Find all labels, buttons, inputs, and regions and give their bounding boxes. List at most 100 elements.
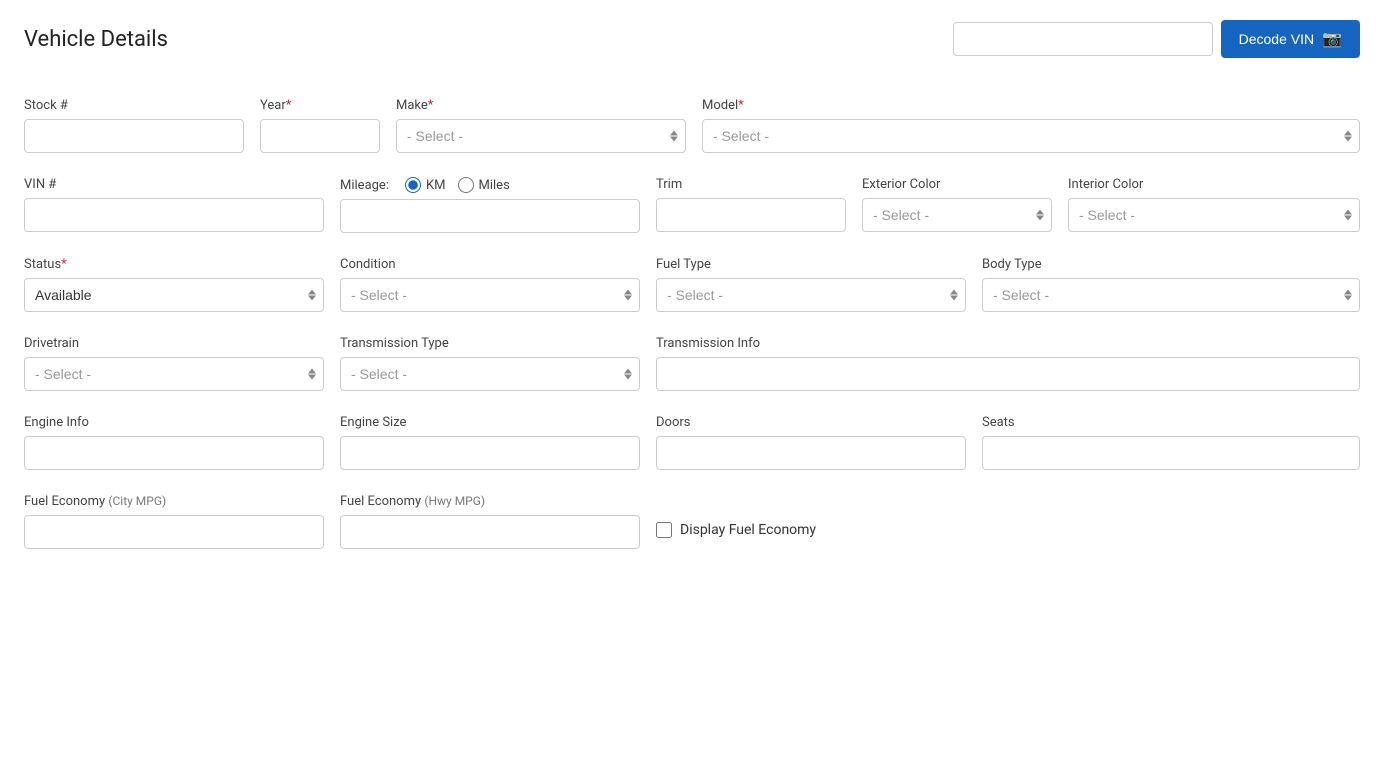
body-type-select-wrapper: - Select - [982, 278, 1360, 312]
exterior-color-field: Exterior Color - Select - [862, 177, 1052, 232]
km-radio-option[interactable]: KM [405, 177, 446, 193]
make-field: Make* - Select - [396, 98, 686, 153]
engine-size-field: Engine Size [340, 415, 640, 470]
model-select-wrapper: - Select - [702, 119, 1360, 153]
mileage-field: Mileage: KM Miles [340, 177, 640, 233]
condition-label: Condition [340, 257, 640, 272]
fuel-type-select-wrapper: - Select - [656, 278, 966, 312]
seats-label: Seats [982, 415, 1360, 430]
fuel-type-select[interactable]: - Select - [656, 278, 966, 312]
display-fuel-economy-label[interactable]: Display Fuel Economy [680, 522, 816, 538]
seats-field: Seats [982, 415, 1360, 470]
status-select[interactable]: Available - Select - [24, 278, 324, 312]
km-label: KM [426, 178, 446, 193]
fuel-economy-city-input[interactable] [24, 515, 324, 549]
transmission-type-field: Transmission Type - Select - [340, 336, 640, 391]
status-label: Status* [24, 257, 324, 272]
vin-input[interactable] [24, 198, 324, 232]
model-select[interactable]: - Select - [702, 119, 1360, 153]
row-fuel-economy: Fuel Economy (City MPG) Fuel Economy (Hw… [24, 494, 1360, 549]
vin-label: VIN # [24, 177, 324, 192]
year-label: Year* [260, 98, 380, 113]
transmission-type-select[interactable]: - Select - [340, 357, 640, 391]
body-type-label: Body Type [982, 257, 1360, 272]
row-engine-doors-seats: Engine Info Engine Size Doors Seats [24, 415, 1360, 470]
exterior-color-select-wrapper: - Select - [862, 198, 1052, 232]
stock-label: Stock # [24, 98, 244, 113]
doors-label: Doors [656, 415, 966, 430]
trim-input[interactable] [656, 198, 846, 232]
stock-input[interactable] [24, 119, 244, 153]
camera-icon: 📷 [1322, 29, 1342, 49]
transmission-info-input[interactable] [656, 357, 1360, 391]
transmission-type-select-wrapper: - Select - [340, 357, 640, 391]
mileage-label-row: Mileage: KM Miles [340, 177, 640, 193]
miles-radio[interactable] [458, 177, 474, 193]
row-stock-year-make-model: Stock # Year* Make* - Select - [24, 98, 1360, 153]
display-fuel-economy-field: Display Fuel Economy [656, 522, 816, 538]
fuel-economy-hwy-label: Fuel Economy (Hwy MPG) [340, 494, 640, 509]
drivetrain-label: Drivetrain [24, 336, 324, 351]
engine-size-label: Engine Size [340, 415, 640, 430]
row-drivetrain-transmission: Drivetrain - Select - Transmission Type … [24, 336, 1360, 391]
condition-field: Condition - Select - [340, 257, 640, 312]
header-right: Decode VIN 📷 [953, 20, 1360, 58]
condition-select-wrapper: - Select - [340, 278, 640, 312]
stock-field: Stock # [24, 98, 244, 153]
interior-color-label: Interior Color [1068, 177, 1360, 192]
fuel-type-field: Fuel Type - Select - [656, 257, 966, 312]
make-label: Make* [396, 98, 686, 113]
trim-label: Trim [656, 177, 846, 192]
vehicle-form: Stock # Year* Make* - Select - [24, 98, 1360, 549]
model-label: Model* [702, 98, 1360, 113]
page-header: Vehicle Details Decode VIN 📷 [24, 20, 1360, 70]
exterior-color-select[interactable]: - Select - [862, 198, 1052, 232]
vin-search-input[interactable] [953, 22, 1213, 56]
drivetrain-field: Drivetrain - Select - [24, 336, 324, 391]
page-title: Vehicle Details [24, 27, 168, 52]
fuel-economy-city-field: Fuel Economy (City MPG) [24, 494, 324, 549]
drivetrain-select[interactable]: - Select - [24, 357, 324, 391]
seats-input[interactable] [982, 436, 1360, 470]
doors-input[interactable] [656, 436, 966, 470]
engine-info-field: Engine Info [24, 415, 324, 470]
transmission-type-label: Transmission Type [340, 336, 640, 351]
vin-field: VIN # [24, 177, 324, 232]
drivetrain-select-wrapper: - Select - [24, 357, 324, 391]
fuel-economy-hwy-input[interactable] [340, 515, 640, 549]
interior-color-select[interactable]: - Select - [1068, 198, 1360, 232]
decode-vin-label: Decode VIN [1239, 31, 1314, 47]
decode-vin-button[interactable]: Decode VIN 📷 [1221, 20, 1360, 58]
fuel-economy-hwy-field: Fuel Economy (Hwy MPG) [340, 494, 640, 549]
engine-size-input[interactable] [340, 436, 640, 470]
model-field: Model* - Select - [702, 98, 1360, 153]
transmission-info-field: Transmission Info [656, 336, 1360, 391]
engine-info-label: Engine Info [24, 415, 324, 430]
miles-label: Miles [479, 178, 510, 193]
year-input[interactable] [260, 119, 380, 153]
mileage-unit-radio-group: KM Miles [405, 177, 510, 193]
body-type-select[interactable]: - Select - [982, 278, 1360, 312]
interior-color-field: Interior Color - Select - [1068, 177, 1360, 232]
status-field: Status* Available - Select - [24, 257, 324, 312]
fuel-type-label: Fuel Type [656, 257, 966, 272]
display-fuel-economy-checkbox[interactable] [656, 522, 672, 538]
make-select[interactable]: - Select - [396, 119, 686, 153]
year-field: Year* [260, 98, 380, 153]
mileage-input[interactable] [340, 199, 640, 233]
body-type-field: Body Type - Select - [982, 257, 1360, 312]
doors-field: Doors [656, 415, 966, 470]
engine-info-input[interactable] [24, 436, 324, 470]
status-select-wrapper: Available - Select - [24, 278, 324, 312]
interior-color-select-wrapper: - Select - [1068, 198, 1360, 232]
row-vin-mileage-trim-colors: VIN # Mileage: KM Miles [24, 177, 1360, 233]
transmission-info-label: Transmission Info [656, 336, 1360, 351]
mileage-label: Mileage: [340, 178, 389, 193]
miles-radio-option[interactable]: Miles [458, 177, 510, 193]
fuel-economy-city-label: Fuel Economy (City MPG) [24, 494, 324, 509]
make-select-wrapper: - Select - [396, 119, 686, 153]
km-radio[interactable] [405, 177, 421, 193]
condition-select[interactable]: - Select - [340, 278, 640, 312]
exterior-color-label: Exterior Color [862, 177, 1052, 192]
trim-field: Trim [656, 177, 846, 232]
